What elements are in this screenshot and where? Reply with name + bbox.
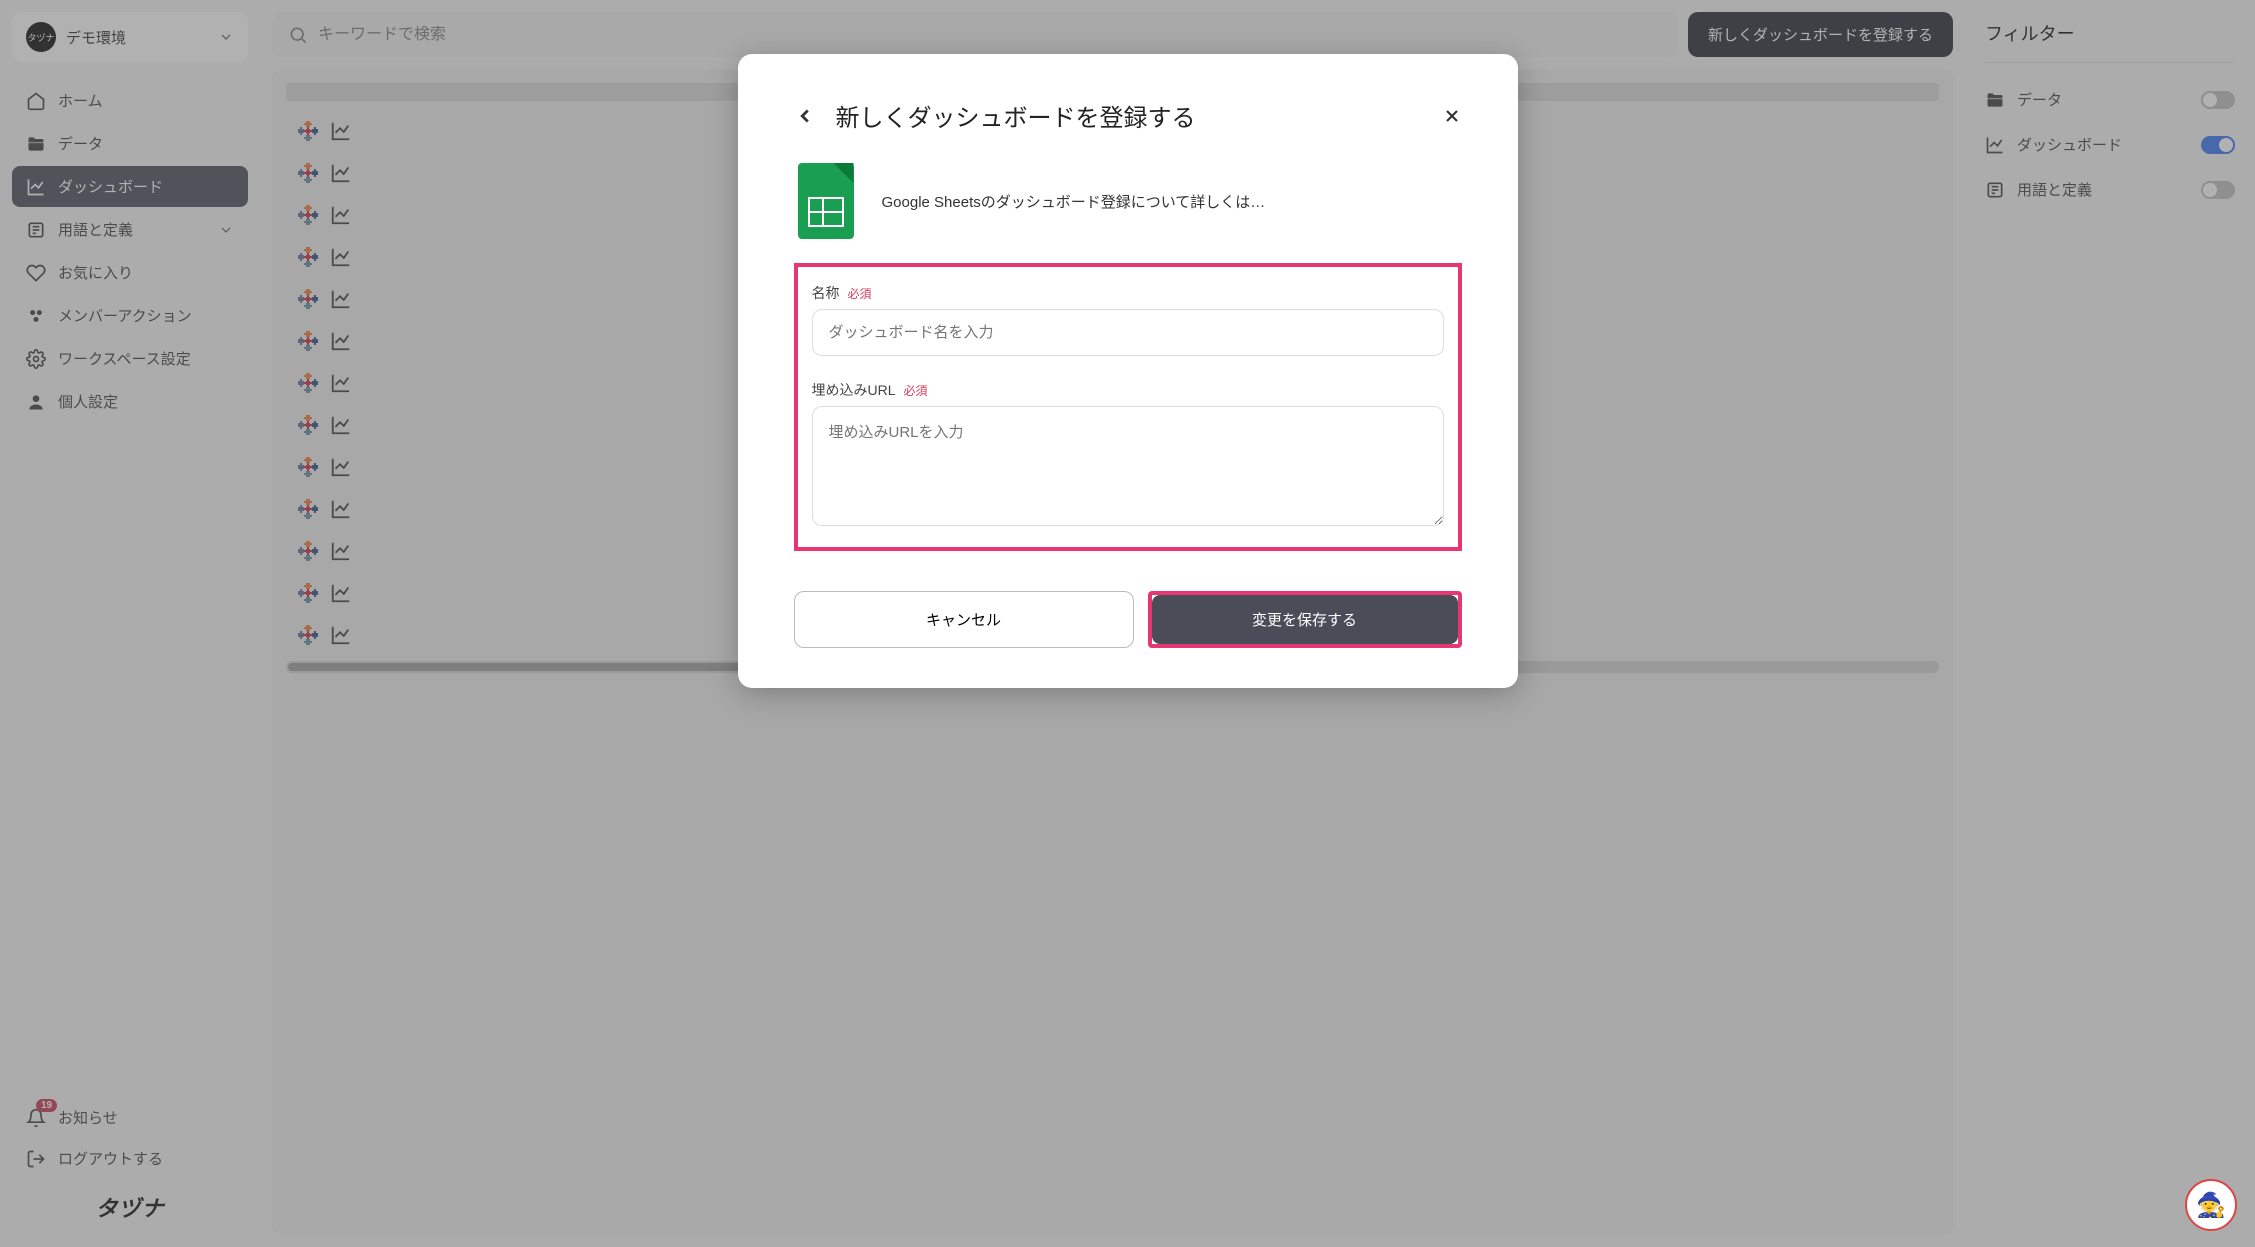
modal-info-text: Google Sheetsのダッシュボード登録について詳しくは…: [882, 191, 1266, 212]
modal-title: 新しくダッシュボードを登録する: [836, 98, 1422, 133]
register-dashboard-modal: 新しくダッシュボードを登録する Google Sheetsのダッシュボード登録に…: [738, 54, 1518, 688]
google-sheets-icon: [798, 163, 854, 239]
url-label: 埋め込みURL: [812, 380, 896, 400]
embed-url-input[interactable]: [812, 406, 1444, 526]
required-tag: 必須: [904, 382, 928, 399]
save-highlight: 変更を保存する: [1148, 591, 1462, 648]
dashboard-name-input[interactable]: [812, 309, 1444, 356]
close-icon[interactable]: [1442, 106, 1462, 126]
cancel-button[interactable]: キャンセル: [794, 591, 1134, 648]
save-button[interactable]: 変更を保存する: [1152, 595, 1458, 644]
required-tag: 必須: [848, 285, 872, 302]
name-label: 名称: [812, 283, 840, 303]
form-highlight: 名称 必須 埋め込みURL 必須: [794, 263, 1462, 551]
back-icon[interactable]: [794, 105, 816, 127]
help-avatar[interactable]: 🧙: [2185, 1179, 2237, 1231]
